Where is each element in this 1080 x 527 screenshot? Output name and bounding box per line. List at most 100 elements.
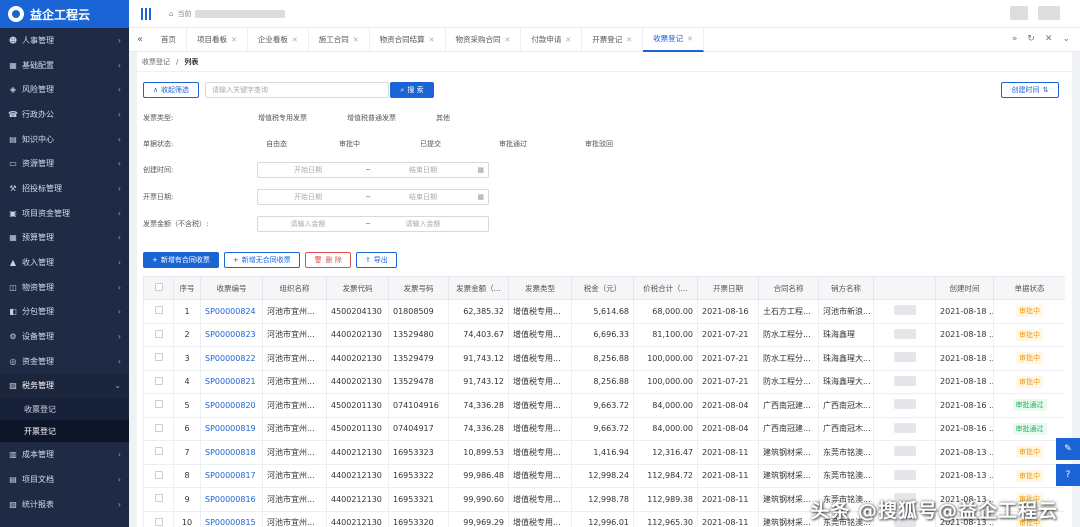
sidebar-item[interactable]: ▦ 预算管理 ›: [0, 226, 129, 251]
row-checkbox[interactable]: [143, 463, 174, 488]
row-checkbox[interactable]: [143, 510, 174, 527]
amount-range-input[interactable]: 请输入金额 ~ 请输入金额: [257, 216, 489, 232]
help-icon[interactable]: ?: [1056, 464, 1080, 486]
export-button[interactable]: ⇪ 导出: [355, 252, 397, 268]
column-header[interactable]: 销方名称: [818, 276, 874, 300]
row-checkbox[interactable]: [143, 322, 174, 347]
sidebar-item[interactable]: ▣ 项目资金管理 ›: [0, 201, 129, 226]
create-time-range-picker[interactable]: 开始日期 ~ 结束日期 ▦: [257, 162, 489, 178]
sidebar-item[interactable]: ☎ 行政办公 ›: [0, 102, 129, 127]
filter-option[interactable]: 增值税普通发票: [347, 113, 396, 123]
user-name[interactable]: [1038, 6, 1060, 20]
range-end[interactable]: 请输入金额: [378, 219, 468, 229]
range-start[interactable]: 请输入金额: [258, 219, 358, 229]
row-checkbox[interactable]: [143, 440, 174, 465]
tab[interactable]: 物资采购合同 ✕: [446, 27, 522, 52]
collapse-filter-button[interactable]: ∧ 收起筛选: [143, 82, 199, 98]
table-row[interactable]: 4 SP00000821 河池市宜州... 4400202130 13529478 91,…: [143, 369, 1065, 394]
sidebar-item[interactable]: ◫ 物资管理 ›: [0, 275, 129, 300]
sidebar-item[interactable]: ▥ 成本管理 ›: [0, 442, 129, 467]
close-icon[interactable]: ✕: [1045, 34, 1053, 44]
search-button[interactable]: ⌕ 搜 索: [390, 82, 434, 98]
add-contract-invoice-button[interactable]: + 新增有合同收票: [143, 252, 219, 268]
sidebar-item[interactable]: ▧ 统计报表 ›: [0, 492, 129, 517]
close-icon[interactable]: ✕: [626, 36, 632, 44]
filter-option[interactable]: 审批驳回: [585, 139, 613, 149]
filter-option[interactable]: 审批通过: [499, 139, 527, 149]
column-header[interactable]: 税金（元）: [571, 276, 634, 300]
sidebar-item[interactable]: ▤ 项目文档 ›: [0, 467, 129, 492]
table-row[interactable]: 1 SP00000824 河池市宜州... 4500204130 01808509 62,…: [143, 299, 1065, 324]
receipt-code-link[interactable]: SP00000815: [200, 510, 263, 527]
receipt-code-link[interactable]: SP00000816: [200, 487, 263, 512]
sidebar-subitem[interactable]: 收票登记: [0, 398, 129, 421]
receipt-code-link[interactable]: SP00000821: [200, 369, 263, 394]
receipt-code-link[interactable]: SP00000823: [200, 322, 263, 347]
table-row[interactable]: 5 SP00000820 河池市宜州... 4500201130 074104916 74…: [143, 393, 1065, 418]
menu-toggle-icon[interactable]: [141, 7, 155, 20]
receipt-code-link[interactable]: SP00000822: [200, 346, 263, 371]
sidebar-item[interactable]: ▨ 税务管理 ⌄: [0, 373, 129, 399]
tab[interactable]: 首页: [151, 27, 187, 52]
user-avatar[interactable]: [1010, 6, 1028, 20]
column-header[interactable]: 序号: [173, 276, 201, 300]
column-header[interactable]: [873, 276, 936, 300]
close-icon[interactable]: ✕: [505, 36, 511, 44]
column-header[interactable]: 开票日期: [697, 276, 759, 300]
receipt-code-link[interactable]: SP00000820: [200, 393, 263, 418]
tabs-scroll-right-icon[interactable]: »: [1012, 34, 1018, 44]
receipt-code-link[interactable]: SP00000818: [200, 440, 263, 465]
receipt-code-link[interactable]: SP00000817: [200, 463, 263, 488]
column-header[interactable]: 合同名称: [758, 276, 819, 300]
tab[interactable]: 项目看板 ✕: [187, 27, 248, 52]
search-input[interactable]: [205, 82, 389, 98]
close-icon[interactable]: ✕: [292, 36, 298, 44]
tab[interactable]: 施工合同 ✕: [309, 27, 370, 52]
row-checkbox[interactable]: [143, 487, 174, 512]
sidebar-item[interactable]: ▭ 资源管理 ›: [0, 151, 129, 176]
row-checkbox[interactable]: [143, 369, 174, 394]
column-header[interactable]: 单据状态: [993, 276, 1065, 300]
receipt-code-link[interactable]: SP00000819: [200, 416, 263, 441]
sidebar-item[interactable]: ◈ 风险管理 ›: [0, 77, 129, 102]
filter-option[interactable]: 增值税专用发票: [258, 113, 307, 123]
column-header[interactable]: 发票号码: [388, 276, 449, 300]
table-row[interactable]: 2 SP00000823 河池市宜州... 4400202130 13529480 74,…: [143, 322, 1065, 347]
column-header[interactable]: 价税合计（...: [633, 276, 698, 300]
sidebar-item[interactable]: ⚒ 招投标管理 ›: [0, 176, 129, 201]
sidebar-item[interactable]: ▦ 基础配置 ›: [0, 53, 129, 78]
tab[interactable]: 企业看板 ✕: [248, 27, 309, 52]
column-header[interactable]: 发票代码: [326, 276, 389, 300]
sort-create-time-button[interactable]: 创建时间 ⇅: [1001, 82, 1059, 98]
row-checkbox[interactable]: [143, 393, 174, 418]
tab[interactable]: 收票登记 ✕: [643, 27, 704, 52]
filter-option[interactable]: 其他: [436, 113, 450, 123]
column-header[interactable]: 发票金额（...: [448, 276, 509, 300]
row-checkbox[interactable]: [143, 299, 174, 324]
sidebar-item[interactable]: ⚙ 设备管理 ›: [0, 324, 129, 349]
invoice-date-range-picker[interactable]: 开始日期 ~ 结束日期 ▦: [257, 189, 489, 205]
sidebar-item[interactable]: ◎ 资金管理 ›: [0, 349, 129, 374]
close-icon[interactable]: ✕: [687, 35, 693, 43]
row-checkbox[interactable]: [143, 346, 174, 371]
sidebar-subitem[interactable]: 开票登记: [0, 420, 129, 443]
sidebar-item[interactable]: ▲ 收入管理 ›: [0, 250, 129, 275]
tab[interactable]: 付款申请 ✕: [521, 27, 583, 52]
invoice-table-container[interactable]: 序号 收票编号 组织名称 发票代码 发票号码 发票金额（... 发票类型 税金（元） 价税合计（…: [143, 276, 1065, 527]
select-all-checkbox[interactable]: [143, 276, 174, 300]
sidebar-item[interactable]: ☻ 人事管理 ›: [0, 28, 129, 53]
sidebar-item[interactable]: ◧ 分包管理 ›: [0, 300, 129, 325]
close-icon[interactable]: ✕: [429, 36, 435, 44]
delete-button[interactable]: 🗑 删 除: [304, 252, 351, 268]
table-row[interactable]: 8 SP00000817 河池市宜州... 4400212130 16953322 99,…: [143, 463, 1065, 488]
filter-option[interactable]: 自由态: [266, 139, 287, 149]
column-header[interactable]: 收票编号: [200, 276, 263, 300]
sidebar-item[interactable]: ▤ 知识中心 ›: [0, 127, 129, 152]
close-icon[interactable]: ✕: [565, 36, 571, 44]
refresh-icon[interactable]: ↻: [1027, 34, 1035, 44]
close-icon[interactable]: ✕: [353, 36, 359, 44]
add-no-contract-invoice-button[interactable]: + 新增无合同收票: [223, 252, 300, 268]
row-checkbox[interactable]: [143, 416, 174, 441]
table-row[interactable]: 3 SP00000822 河池市宜州... 4400202130 13529479 91,…: [143, 346, 1065, 371]
receipt-code-link[interactable]: SP00000824: [200, 299, 263, 324]
